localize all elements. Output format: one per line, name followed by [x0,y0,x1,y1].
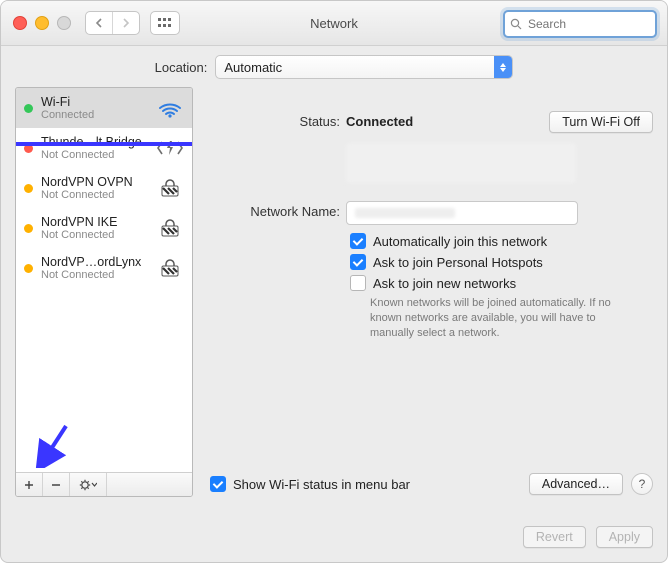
search-field[interactable] [503,10,657,38]
wifi-icon [156,97,184,119]
turn-wifi-off-button[interactable]: Turn Wi-Fi Off [549,111,653,133]
chevron-right-icon [122,18,130,28]
service-status: Not Connected [41,189,148,201]
search-icon [510,18,522,30]
redacted-network-name [355,208,455,218]
network-name-label: Network Name: [210,201,346,219]
annotation-arrow-icon [34,422,74,468]
plus-icon [24,480,34,490]
apply-button[interactable]: Apply [596,526,653,548]
service-status: Not Connected [41,229,148,241]
location-label: Location: [155,60,208,75]
gear-dropdown-icon [79,479,97,491]
vpn-lock-icon [156,257,184,279]
ask-hotspot-checkbox[interactable] [350,254,366,270]
service-name: NordVPN OVPN [41,175,148,189]
minus-icon [51,480,61,490]
minimize-button[interactable] [35,16,49,30]
service-status: Not Connected [41,269,148,281]
vpn-lock-icon [156,217,184,239]
service-status: Not Connected [41,149,148,161]
network-preferences-window: Network Location: Automatic Wi-Fi Connec… [0,0,668,563]
forward-button[interactable] [113,12,139,34]
show-menubar-label: Show Wi-Fi status in menu bar [233,477,410,492]
location-value: Automatic [224,60,282,75]
status-dot-icon [24,184,33,193]
service-row-nordvpn-ovpn[interactable]: NordVPN OVPN Not Connected [16,168,192,208]
status-dot-icon [24,144,33,153]
advanced-button[interactable]: Advanced… [529,473,623,495]
location-row: Location: Automatic [1,46,667,88]
sidebar-tools [16,472,192,496]
footer-buttons: Revert Apply [523,526,653,548]
chevron-left-icon [95,18,103,28]
service-name: NordVPN IKE [41,215,148,229]
zoom-button[interactable] [57,16,71,30]
revert-button[interactable]: Revert [523,526,586,548]
auto-join-checkbox[interactable] [350,233,366,249]
network-name-select[interactable] [346,201,578,225]
service-row-wifi[interactable]: Wi-Fi Connected [16,88,192,128]
service-name: NordVP…ordLynx [41,255,148,269]
status-value: Connected [346,111,413,129]
search-input[interactable] [526,16,668,32]
remove-service-button[interactable] [43,473,70,496]
service-actions-button[interactable] [70,473,107,496]
services-sidebar: Wi-Fi Connected Thunde…lt Bridge Not Con… [15,87,193,497]
show-menubar-checkbox[interactable] [210,476,226,492]
auto-join-label: Automatically join this network [373,234,547,249]
ask-new-networks-note: Known networks will be joined automatica… [370,296,625,341]
back-button[interactable] [86,12,113,34]
show-all-button[interactable] [150,11,180,35]
stepper-icon [494,56,512,78]
service-row-nordvpn-ike[interactable]: NordVPN IKE Not Connected [16,208,192,248]
titlebar: Network [1,1,667,46]
ask-new-networks-label: Ask to join new networks [373,276,516,291]
add-service-button[interactable] [16,473,43,496]
ask-new-networks-checkbox[interactable] [350,275,366,291]
stepper-icon [571,209,577,217]
service-row-nordvpn-nordlynx[interactable]: NordVP…ordLynx Not Connected [16,248,192,288]
service-status: Connected [41,109,148,121]
status-dot-icon [24,224,33,233]
service-name: Thunde…lt Bridge [41,135,148,149]
bottom-row: Show Wi-Fi status in menu bar Advanced… … [210,473,653,495]
traffic-lights [13,16,71,30]
detail-pane: Status: Connected Turn Wi-Fi Off Network… [210,87,653,341]
close-button[interactable] [13,16,27,30]
help-button[interactable]: ? [631,473,653,495]
location-select[interactable]: Automatic [215,55,513,79]
service-row-thunderbolt-bridge[interactable]: Thunde…lt Bridge Not Connected [16,128,192,168]
vpn-lock-icon [156,177,184,199]
status-dot-icon [24,104,33,113]
status-label: Status: [210,111,346,129]
ask-hotspot-label: Ask to join Personal Hotspots [373,255,543,270]
redacted-info [346,143,576,183]
thunderbolt-bridge-icon [156,137,184,159]
nav-segment [85,11,140,35]
status-dot-icon [24,264,33,273]
grid-icon [158,18,172,28]
service-name: Wi-Fi [41,95,148,109]
